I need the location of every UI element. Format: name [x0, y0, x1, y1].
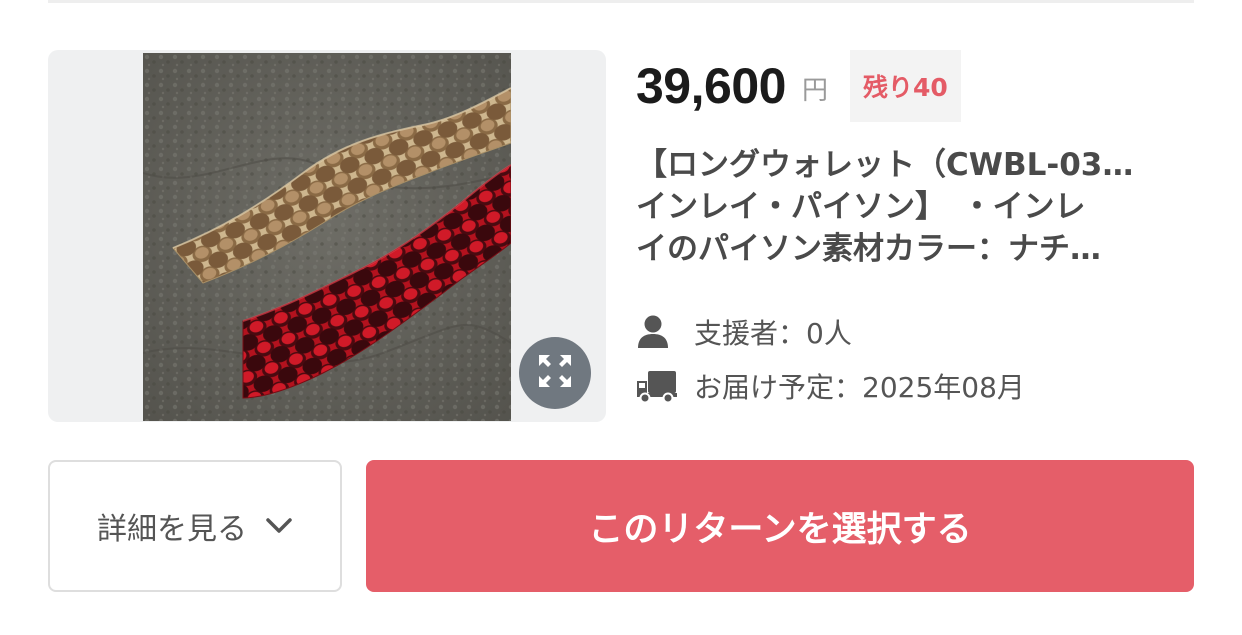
delivery-row: お届け予定：2025年08月 [636, 366, 1025, 406]
supporters-row: 支援者：0人 [636, 312, 852, 352]
remaining-badge: 残り40 [849, 50, 961, 122]
reward-image-container[interactable] [48, 50, 606, 422]
reward-photo[interactable] [143, 53, 511, 421]
expand-image-button[interactable] [519, 337, 591, 409]
chevron-down-icon [265, 517, 293, 535]
select-reward-label: このリターンを選択する [588, 509, 972, 550]
view-details-label: 詳細を見る [97, 512, 247, 547]
reward-title-line: 【ロングウォレット（CWBL-03… [636, 147, 1134, 183]
reward-card: 39,600 円 残り40 【ロングウォレット（CWBL-03… インレイ・パイ… [48, 50, 1194, 422]
delivery-date: お届け予定：2025年08月 [694, 371, 1025, 404]
expand-icon [535, 351, 575, 395]
top-divider [48, 0, 1194, 3]
reward-title-line: イのパイソン素材カラー：ナチ… [636, 231, 1101, 267]
truck-icon [636, 366, 678, 406]
supporters-count: 支援者：0人 [694, 317, 852, 350]
reward-price: 39,600 [636, 58, 786, 114]
price-unit: 円 [801, 75, 828, 106]
price-row: 39,600 円 残り40 [636, 50, 961, 122]
reward-info: 39,600 円 残り40 【ロングウォレット（CWBL-03… インレイ・パイ… [636, 50, 1194, 422]
view-details-button[interactable]: 詳細を見る [48, 460, 342, 592]
person-icon [636, 312, 678, 352]
reward-title: 【ロングウォレット（CWBL-03… インレイ・パイソン】 ・インレ イのパイソ… [636, 144, 1194, 270]
select-reward-button[interactable]: このリターンを選択する [366, 460, 1194, 592]
reward-title-line: インレイ・パイソン】 ・インレ [636, 189, 1086, 225]
